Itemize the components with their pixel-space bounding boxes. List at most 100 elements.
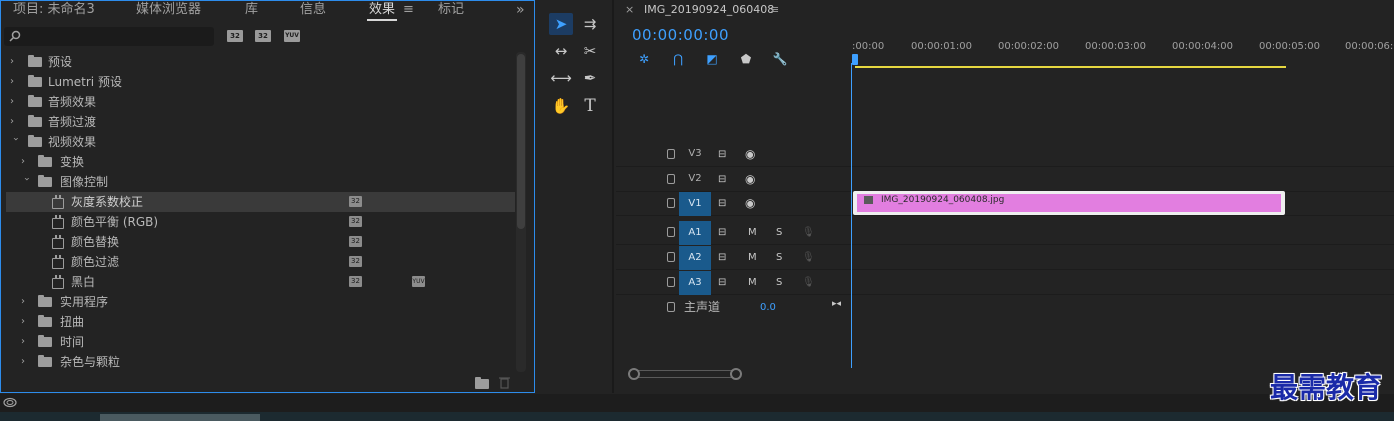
32bit-color-icon[interactable]: 32 [255, 30, 271, 42]
lock-icon[interactable] [667, 174, 675, 184]
hand-tool-icon[interactable]: ✋ [549, 95, 573, 117]
ripple-edit-tool-icon[interactable]: ↔ [549, 40, 573, 62]
chevron-right-icon[interactable]: › [10, 96, 20, 108]
overflow-icon[interactable]: » [516, 3, 525, 17]
microphone-icon[interactable]: 🎙 [802, 252, 815, 263]
master-volume-value[interactable]: 0.0 [760, 303, 776, 313]
scrollbar-thumb[interactable] [517, 54, 525, 229]
creative-cloud-icon[interactable] [3, 397, 17, 408]
pen-tool-icon[interactable]: ✒ [578, 67, 602, 89]
lock-icon[interactable] [667, 252, 675, 262]
track-target-a1[interactable]: A1 [679, 221, 711, 245]
tab-effects[interactable]: 效果 [369, 3, 395, 16]
chevron-down-icon[interactable]: › [9, 137, 21, 147]
mute-button[interactable]: M [748, 277, 757, 288]
tree-item-color-replace[interactable]: 颜色替换 32 [6, 232, 515, 252]
chevron-right-icon[interactable]: › [10, 116, 20, 128]
snap-magnet-icon[interactable]: ⋂ [670, 52, 686, 66]
mute-button[interactable]: M [748, 252, 757, 263]
jump-to-end-icon[interactable]: ▸◂ [832, 299, 841, 309]
tree-item-noise-grain[interactable]: › 杂色与颗粒 [6, 352, 515, 372]
sync-lock-icon[interactable]: ⊟ [718, 174, 726, 185]
tree-item-distort[interactable]: › 扭曲 [6, 312, 515, 332]
lock-icon[interactable] [667, 227, 675, 237]
horizontal-scroll-thumb[interactable] [100, 414, 260, 421]
effects-search-input[interactable] [4, 27, 214, 46]
tab-project[interactable]: 项目: 未命名3 [13, 3, 95, 16]
lock-icon[interactable] [667, 149, 675, 159]
nest-sequence-icon[interactable]: ✲ [636, 52, 652, 66]
solo-button[interactable]: S [776, 227, 782, 238]
panel-divider[interactable] [612, 0, 614, 393]
chevron-right-icon[interactable]: › [21, 316, 31, 328]
sequence-menu-icon[interactable]: ≡ [770, 4, 779, 15]
tree-item-audio-transitions[interactable]: › 音频过渡 [6, 112, 515, 132]
track-target-v2[interactable]: V2 [679, 173, 711, 184]
chevron-right-icon[interactable]: › [21, 296, 31, 308]
microphone-icon[interactable]: 🎙 [802, 277, 815, 288]
lock-icon[interactable] [667, 302, 675, 312]
eye-icon[interactable]: ◉ [745, 172, 755, 186]
chevron-right-icon[interactable]: › [10, 56, 20, 68]
zoom-handle-left[interactable] [628, 368, 640, 380]
track-target-v1[interactable]: V1 [679, 192, 711, 216]
lock-icon[interactable] [667, 198, 675, 208]
tree-item-black-white[interactable]: 黑白 32 YUV [6, 272, 515, 292]
chevron-right-icon[interactable]: › [21, 356, 31, 368]
playhead-timecode[interactable]: 00:00:00:00 [632, 28, 729, 43]
yuv-effects-icon[interactable]: YUV [284, 30, 300, 42]
razor-tool-icon[interactable]: ✂ [578, 40, 602, 62]
linked-selection-icon[interactable]: ◩ [704, 52, 720, 66]
tree-item-utility[interactable]: › 实用程序 [6, 292, 515, 312]
tree-item-time[interactable]: › 时间 [6, 332, 515, 352]
chevron-right-icon[interactable]: › [10, 76, 20, 88]
track-target-a2[interactable]: A2 [679, 246, 711, 270]
selection-tool-icon[interactable]: ➤ [549, 13, 573, 35]
microphone-icon[interactable]: 🎙 [802, 227, 815, 238]
trash-icon[interactable] [499, 376, 510, 389]
tree-item-color-balance-rgb[interactable]: 颜色平衡 (RGB) 32 [6, 212, 515, 232]
tab-info[interactable]: 信息 [300, 3, 326, 16]
eye-icon[interactable]: ◉ [745, 147, 755, 161]
sync-lock-icon[interactable]: ⊟ [718, 227, 726, 238]
close-sequence-icon[interactable]: × [625, 4, 634, 15]
sync-lock-icon[interactable]: ⊟ [718, 252, 726, 263]
playhead-line[interactable] [851, 63, 852, 368]
track-target-v3[interactable]: V3 [679, 148, 711, 159]
solo-button[interactable]: S [776, 277, 782, 288]
sequence-tab-title[interactable]: IMG_20190924_060408 [644, 4, 774, 15]
playhead-handle[interactable] [852, 54, 858, 65]
sync-lock-icon[interactable]: ⊟ [718, 198, 726, 209]
chevron-right-icon[interactable]: › [21, 156, 31, 168]
mute-button[interactable]: M [748, 227, 757, 238]
panel-menu-icon[interactable]: ≡ [403, 3, 414, 16]
tree-item-audio-effects[interactable]: › 音频效果 [6, 92, 515, 112]
tree-item-image-control[interactable]: › 图像控制 [6, 172, 515, 192]
tree-item-presets[interactable]: › 预设 [6, 52, 515, 72]
tree-item-gamma-correction[interactable]: 灰度系数校正 32 [6, 192, 515, 212]
tree-item-lumetri-presets[interactable]: › Lumetri 预设 [6, 72, 515, 92]
track-target-a3[interactable]: A3 [679, 271, 711, 295]
chevron-down-icon[interactable]: › [20, 177, 32, 187]
tab-libraries[interactable]: 库 [245, 3, 258, 16]
tab-media-browser[interactable]: 媒体浏览器 [136, 3, 201, 16]
new-bin-icon[interactable] [475, 377, 489, 389]
slip-tool-icon[interactable]: ⟷ [549, 67, 573, 89]
track-select-tool-icon[interactable]: ⇉ [578, 13, 602, 35]
tree-item-transform[interactable]: › 变换 [6, 152, 515, 172]
work-area-bar[interactable] [855, 66, 1286, 68]
lock-icon[interactable] [667, 277, 675, 287]
sync-lock-icon[interactable]: ⊟ [718, 149, 726, 160]
sync-lock-icon[interactable]: ⊟ [718, 277, 726, 288]
zoom-scrollbar[interactable] [632, 370, 740, 378]
type-tool-icon[interactable]: T [578, 95, 602, 117]
timeline-settings-wrench-icon[interactable]: 🔧 [772, 52, 788, 66]
zoom-handle-right[interactable] [730, 368, 742, 380]
tree-item-color-pass[interactable]: 颜色过滤 32 [6, 252, 515, 272]
tab-markers[interactable]: 标记 [438, 3, 464, 16]
eye-icon[interactable]: ◉ [745, 196, 755, 210]
solo-button[interactable]: S [776, 252, 782, 263]
add-marker-icon[interactable]: ⬟ [738, 52, 754, 66]
tree-item-video-effects[interactable]: › 视频效果 [6, 132, 515, 152]
chevron-right-icon[interactable]: › [21, 336, 31, 348]
